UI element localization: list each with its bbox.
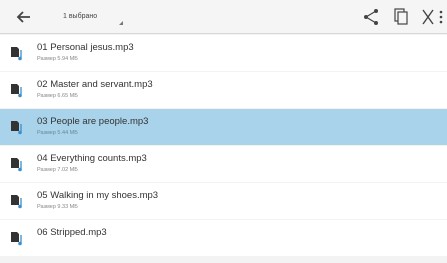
file-name: 05 Walking in my shoes.mp3: [37, 190, 159, 201]
file-list: 01 Personal jesus.mp3 Размер 5.94 МБ 02 …: [0, 35, 447, 257]
audio-file-icon: [11, 121, 22, 135]
file-size: Размер 9.33 МБ: [37, 204, 78, 210]
share-button[interactable]: [363, 8, 379, 26]
copy-icon: [394, 8, 408, 25]
selection-toolbar: 1 выбрано: [0, 0, 447, 34]
dropdown-caret-icon: [119, 21, 123, 25]
file-manager-app: 1 выбрано 01 Personal jesus.mp3 Размер 5…: [0, 0, 447, 263]
more-vert-icon: [439, 10, 443, 24]
selection-count-dropdown[interactable]: 1 выбрано: [55, 9, 125, 27]
file-name: 02 Master and servant.mp3: [37, 79, 153, 90]
back-button[interactable]: [14, 9, 32, 25]
selection-count: 1 выбрано: [63, 13, 98, 20]
file-row[interactable]: 05 Walking in my shoes.mp3 Размер 9.33 М…: [0, 183, 447, 219]
file-row[interactable]: 01 Personal jesus.mp3 Размер 5.94 МБ: [0, 35, 447, 71]
audio-file-icon: [11, 84, 22, 98]
share-icon: [364, 9, 378, 25]
audio-file-icon: [11, 47, 22, 61]
file-name: 01 Personal jesus.mp3: [37, 42, 134, 53]
file-size: Размер 5.94 МБ: [37, 56, 78, 62]
arrow-left-icon: [16, 11, 30, 23]
file-size: Размер 6.65 МБ: [37, 93, 78, 99]
file-row[interactable]: 06 Stripped.mp3: [0, 220, 447, 256]
file-row[interactable]: 04 Everything counts.mp3 Размер 7.02 МБ: [0, 146, 447, 182]
more-options-button[interactable]: [438, 8, 444, 26]
audio-file-icon: [11, 232, 22, 246]
file-name: 04 Everything counts.mp3: [37, 153, 147, 164]
audio-file-icon: [11, 158, 22, 172]
audio-file-icon: [11, 195, 22, 209]
file-size: Размер 7.02 МБ: [37, 167, 78, 173]
file-name: 03 People are people.mp3: [37, 116, 149, 127]
file-name: 06 Stripped.mp3: [37, 227, 107, 238]
file-row-selected[interactable]: 03 People are people.mp3 Размер 5.44 МБ: [0, 109, 447, 145]
file-row[interactable]: 02 Master and servant.mp3 Размер 6.65 МБ: [0, 72, 447, 108]
cut-icon: [422, 9, 434, 25]
copy-button[interactable]: [394, 8, 408, 26]
file-size: Размер 5.44 МБ: [37, 130, 78, 136]
cut-button[interactable]: [421, 8, 435, 26]
